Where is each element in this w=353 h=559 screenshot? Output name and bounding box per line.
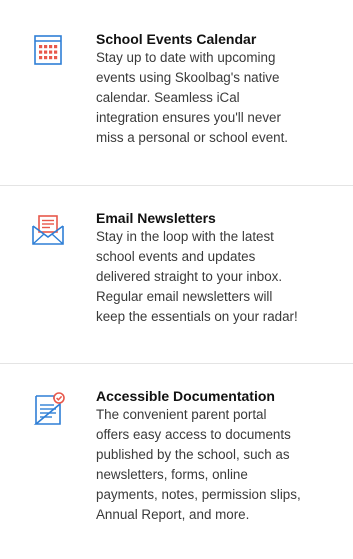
feature-list: School Events Calendar Stay up to date w…	[0, 0, 353, 559]
description-line: miss a personal or school event.	[96, 130, 289, 145]
description-line: delivered straight to your inbox.	[96, 269, 283, 284]
feature-description: The convenient parent portal offers easy…	[96, 405, 351, 525]
feature-description: Stay up to date with upcoming events usi…	[96, 48, 351, 148]
description-line: Stay up to date with upcoming	[96, 50, 276, 65]
document-check-icon	[30, 390, 66, 426]
feature-text: School Events Calendar Stay up to date w…	[96, 30, 351, 148]
description-line: keep the essentials on your radar!	[96, 309, 298, 324]
description-line: Regular email newsletters will	[96, 289, 273, 304]
feature-title: Accessible Documentation	[96, 388, 275, 404]
feature-email-newsletters: Email Newsletters Stay in the loop with …	[0, 185, 353, 363]
calendar-icon	[30, 32, 66, 68]
feature-description: Stay in the loop with the latest school …	[96, 227, 351, 327]
description-line: newsletters, forms, online	[96, 467, 248, 482]
feature-text: Accessible Documentation The convenient …	[96, 387, 351, 525]
feature-title: School Events Calendar	[96, 31, 257, 47]
feature-school-events-calendar: School Events Calendar Stay up to date w…	[0, 0, 353, 185]
feature-accessible-documentation: Accessible Documentation The convenient …	[0, 363, 353, 559]
description-line: Stay in the loop with the latest	[96, 229, 274, 244]
description-line: offers easy access to documents	[96, 427, 291, 442]
description-line: Annual Report, and more.	[96, 507, 250, 522]
feature-text: Email Newsletters Stay in the loop with …	[96, 209, 351, 327]
feature-title: Email Newsletters	[96, 210, 216, 226]
description-line: school events and updates	[96, 249, 256, 264]
description-line: The convenient parent portal	[96, 407, 267, 422]
description-line: published by the school, such as	[96, 447, 290, 462]
description-line: payments, notes, permission slips,	[96, 487, 301, 502]
description-line: integration ensures you'll never	[96, 110, 281, 125]
description-line: events using Skoolbag's native	[96, 70, 280, 85]
envelope-icon	[30, 212, 66, 248]
description-line: calendar. Seamless iCal	[96, 90, 240, 105]
